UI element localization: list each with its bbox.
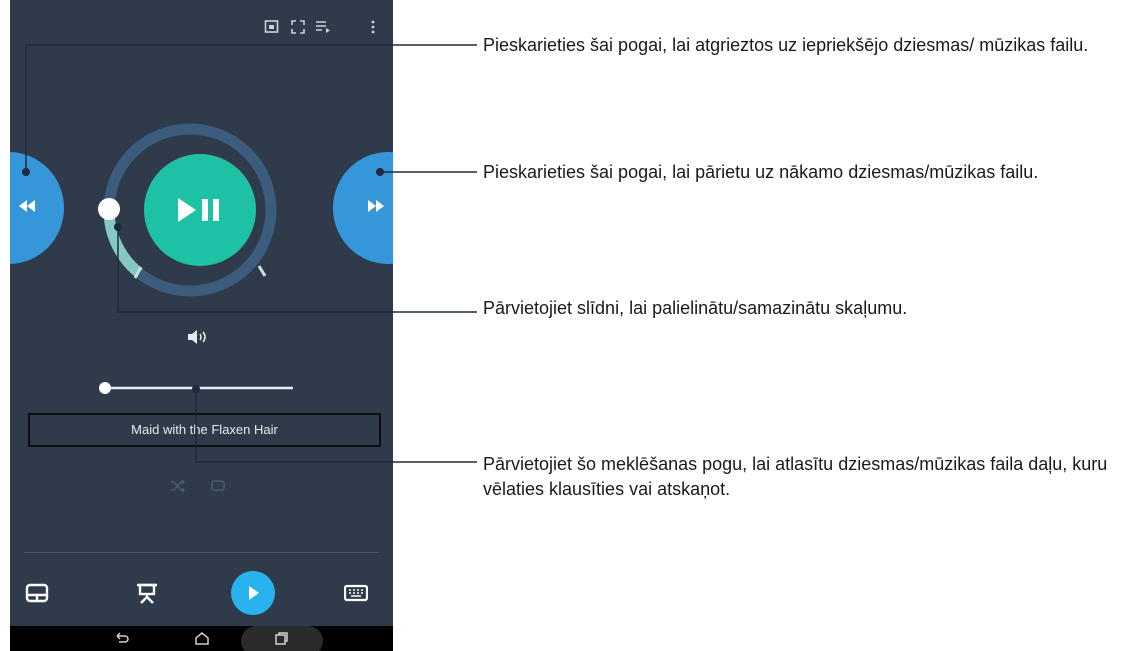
- callout-volume: Pārvietojiet slīdni, lai palielinātu/sam…: [483, 298, 908, 318]
- callout-lines: [22, 44, 477, 463]
- callout-previous: Pieskarieties šai pogai, lai atgrieztos …: [483, 35, 1089, 55]
- callout-next: Pieskarieties šai pogai, lai pārietu uz …: [483, 162, 1039, 182]
- callout-seek: Pārvietojiet šo meklēšanas pogu, lai atl…: [483, 454, 1108, 499]
